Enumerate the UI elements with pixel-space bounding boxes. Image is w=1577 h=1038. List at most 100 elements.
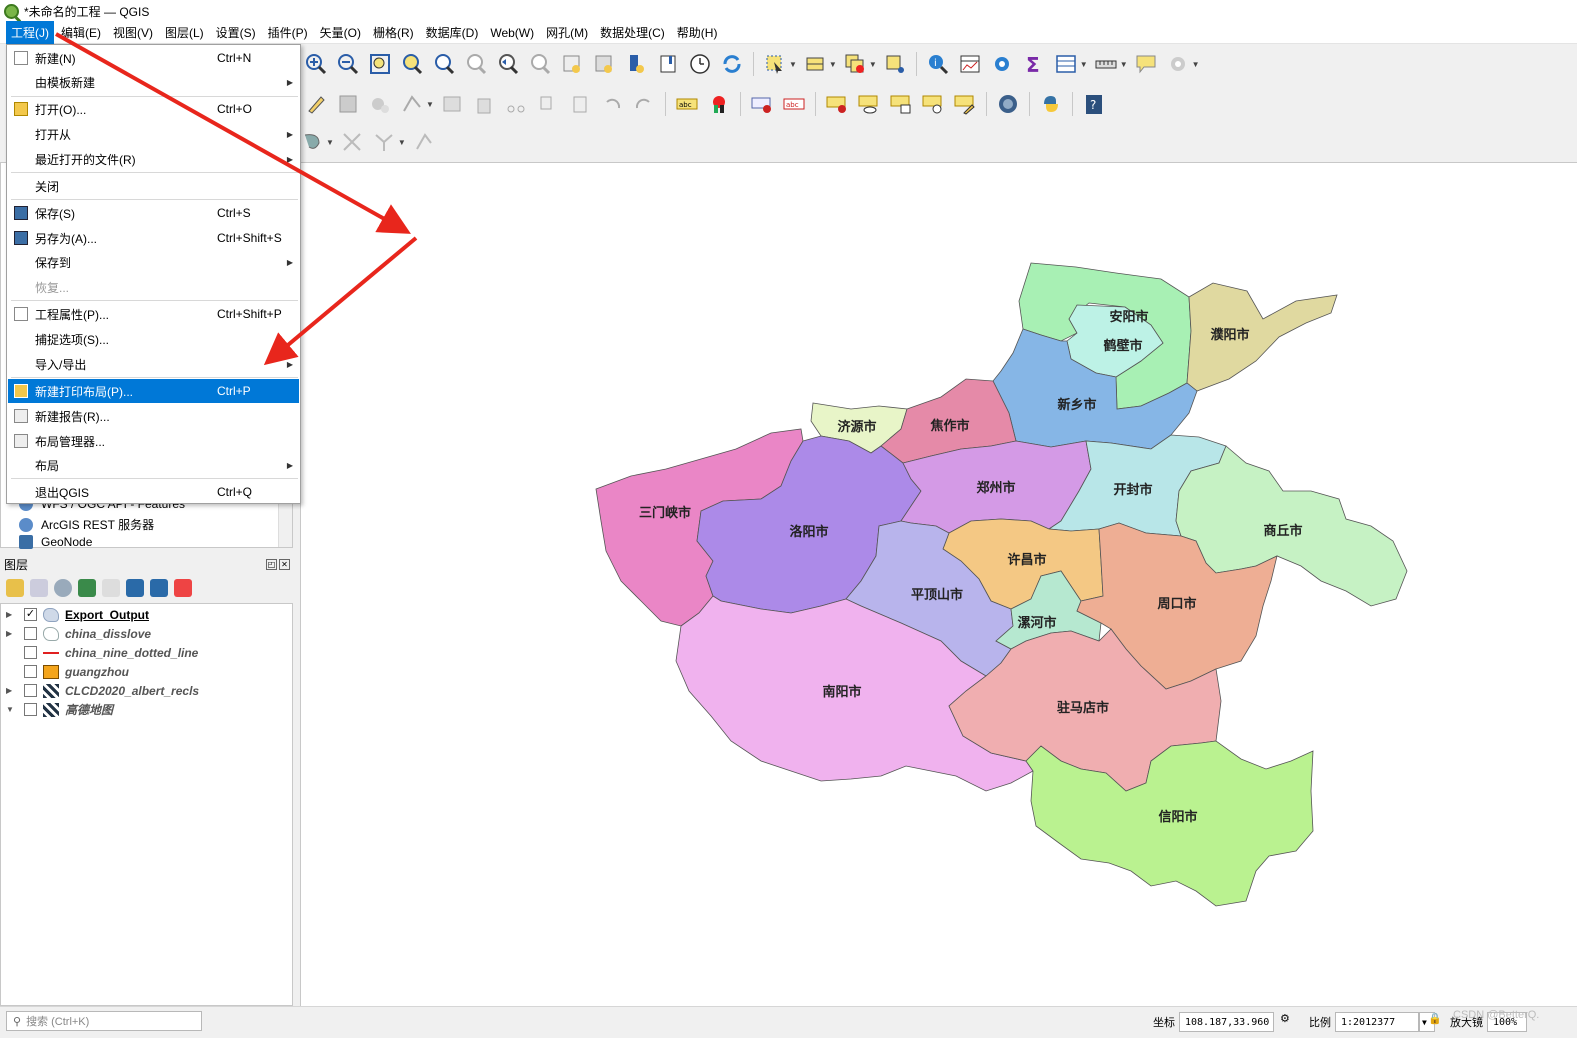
expression-filter-icon[interactable] <box>102 579 120 597</box>
map-canvas[interactable]: 安阳市 鹤壁市 濮阳市 新乡市 济源市 焦作市 三门峡市 洛阳市 郑州市 开封市… <box>300 162 1577 1006</box>
modify-attributes-icon[interactable] <box>439 91 465 117</box>
show-bookmarks-icon[interactable] <box>591 51 617 77</box>
rotate-feature-icon[interactable] <box>411 129 437 155</box>
menu-processing[interactable]: 数据处理(C) <box>595 21 670 44</box>
toggle-editing-icon[interactable] <box>303 91 329 117</box>
chevron-down-icon[interactable]: ▼ <box>1080 60 1088 69</box>
menu-item-new-report[interactable]: 新建报告(R)... <box>8 404 299 428</box>
show-hide-labels-icon[interactable] <box>856 91 882 117</box>
scale-field[interactable]: 1:2012377 <box>1335 1012 1419 1032</box>
merge-features-icon[interactable] <box>371 129 397 155</box>
lock-icon[interactable]: 🔒 <box>1428 1012 1442 1025</box>
attribute-select-icon[interactable] <box>802 51 828 77</box>
filter-icon[interactable] <box>78 579 96 597</box>
layer-abc-red-icon[interactable]: abc <box>781 91 807 117</box>
zoom-to-selection-icon[interactable] <box>399 51 425 77</box>
annotation-icon[interactable] <box>1133 51 1159 77</box>
menu-layer[interactable]: 图层(L) <box>160 21 209 44</box>
rotate-label-icon[interactable] <box>920 91 946 117</box>
menu-item-recent-files[interactable]: 最近打开的文件(R) ▶ <box>8 147 299 171</box>
chevron-down-icon[interactable]: ▼ <box>426 100 434 109</box>
menu-help[interactable]: 帮助(H) <box>672 21 723 44</box>
chevron-down-icon[interactable]: ▼ <box>1192 60 1200 69</box>
menu-item-layouts[interactable]: 布局 ▶ <box>8 453 299 477</box>
layer-row[interactable]: china_nine_dotted_line <box>1 643 291 662</box>
menu-item-open-from[interactable]: 打开从 ▶ <box>8 122 299 146</box>
menu-item-close[interactable]: 关闭 <box>8 174 299 198</box>
zoom-out-icon[interactable] <box>335 51 361 77</box>
help-icon[interactable]: ? <box>1081 91 1107 117</box>
collapse-all-icon[interactable] <box>150 579 168 597</box>
refresh-icon[interactable] <box>719 51 745 77</box>
deselect-icon[interactable] <box>842 51 868 77</box>
menu-edit[interactable]: 编辑(E) <box>56 21 106 44</box>
menu-item-new-from-template[interactable]: 由模板新建 ▶ <box>8 70 299 94</box>
change-label-icon[interactable] <box>952 91 978 117</box>
float-panel-icon[interactable]: ◰ <box>266 558 277 570</box>
collapse-arrow-icon[interactable]: ▼ <box>6 705 16 714</box>
expand-arrow-icon[interactable]: ▶ <box>6 629 16 638</box>
remove-layer-icon[interactable] <box>174 579 192 597</box>
select-features-icon[interactable] <box>762 51 788 77</box>
paste-icon[interactable] <box>567 91 593 117</box>
expand-arrow-icon[interactable]: ▶ <box>6 610 16 619</box>
pin-label-icon[interactable] <box>824 91 850 117</box>
temporal-clock-icon[interactable] <box>687 51 713 77</box>
statistics-sigma-icon[interactable]: Σ <box>1021 51 1047 77</box>
redo-icon[interactable] <box>631 91 657 117</box>
layer-checkbox[interactable]: ✓ <box>24 608 37 621</box>
identify-features-icon[interactable]: i <box>925 51 951 77</box>
menu-plugins[interactable]: 插件(P) <box>263 21 313 44</box>
zoom-in-icon[interactable] <box>303 51 329 77</box>
menu-item-layout-manager[interactable]: 布局管理器... <box>8 429 299 453</box>
menu-item-new-print-layout[interactable]: 新建打印布局(P)... Ctrl+P <box>8 379 299 403</box>
python-console-icon[interactable] <box>1038 91 1064 117</box>
layer-labeling-icon[interactable] <box>749 91 775 117</box>
locator-search-input[interactable]: ⚲ 搜索 (Ctrl+K) <box>6 1011 202 1031</box>
map-tips-icon[interactable] <box>623 51 649 77</box>
browser-item-geonode[interactable]: GeoNode <box>19 535 92 549</box>
chevron-down-icon[interactable]: ▼ <box>869 60 877 69</box>
undo-icon[interactable] <box>599 91 625 117</box>
layer-row[interactable]: ▶ ✓ Export_Output <box>1 605 291 624</box>
menu-mesh[interactable]: 网孔(M) <box>541 21 593 44</box>
save-edits-icon[interactable] <box>335 91 361 117</box>
zoom-last-icon[interactable] <box>495 51 521 77</box>
menu-vector[interactable]: 矢量(O) <box>315 21 366 44</box>
chevron-down-icon[interactable]: ▼ <box>1120 60 1128 69</box>
layer-checkbox[interactable] <box>24 703 37 716</box>
cut-icon[interactable] <box>503 91 529 117</box>
layer-checkbox[interactable] <box>24 646 37 659</box>
globe-plugin-icon[interactable] <box>995 91 1021 117</box>
expand-arrow-icon[interactable]: ▶ <box>6 686 16 695</box>
expand-all-icon[interactable] <box>126 579 144 597</box>
chevron-down-icon[interactable]: ▼ <box>789 60 797 69</box>
menu-item-exit[interactable]: 退出QGIS Ctrl+Q <box>8 480 299 504</box>
layer-checkbox[interactable] <box>24 627 37 640</box>
menu-item-import-export[interactable]: 导入/导出 ▶ <box>8 352 299 376</box>
menu-settings[interactable]: 设置(S) <box>211 21 261 44</box>
menu-item-snapping-options[interactable]: 捕捉选项(S)... <box>8 327 299 351</box>
chevron-down-icon[interactable]: ▼ <box>326 138 334 147</box>
browser-item-arcgis[interactable]: ArcGIS REST 服务器 <box>19 516 154 533</box>
layer-row[interactable]: ▶ china_disslove <box>1 624 291 643</box>
processing-toolbox-icon[interactable] <box>989 51 1015 77</box>
diagram-icon[interactable] <box>706 91 732 117</box>
settings-gear-icon[interactable] <box>1165 51 1191 77</box>
zoom-full-icon[interactable] <box>367 51 393 77</box>
zoom-to-layer-icon[interactable] <box>431 51 457 77</box>
chevron-down-icon[interactable]: ▼ <box>398 138 406 147</box>
menu-raster[interactable]: 栅格(R) <box>368 21 419 44</box>
layer-checkbox[interactable] <box>24 665 37 678</box>
zoom-native-icon[interactable] <box>463 51 489 77</box>
select-location-icon[interactable] <box>882 51 908 77</box>
layer-row[interactable]: guangzhou <box>1 662 291 681</box>
menu-database[interactable]: 数据库(D) <box>421 21 484 44</box>
split-features-icon[interactable] <box>339 129 365 155</box>
style-brush-icon[interactable] <box>6 579 24 597</box>
delete-selected-icon[interactable] <box>471 91 497 117</box>
layer-row[interactable]: ▶ CLCD2020_albert_recls <box>1 681 291 700</box>
zoom-next-icon[interactable] <box>527 51 553 77</box>
menu-item-new[interactable]: 新建(N) Ctrl+N <box>8 46 299 70</box>
menu-item-save[interactable]: 保存(S) Ctrl+S <box>8 201 299 225</box>
